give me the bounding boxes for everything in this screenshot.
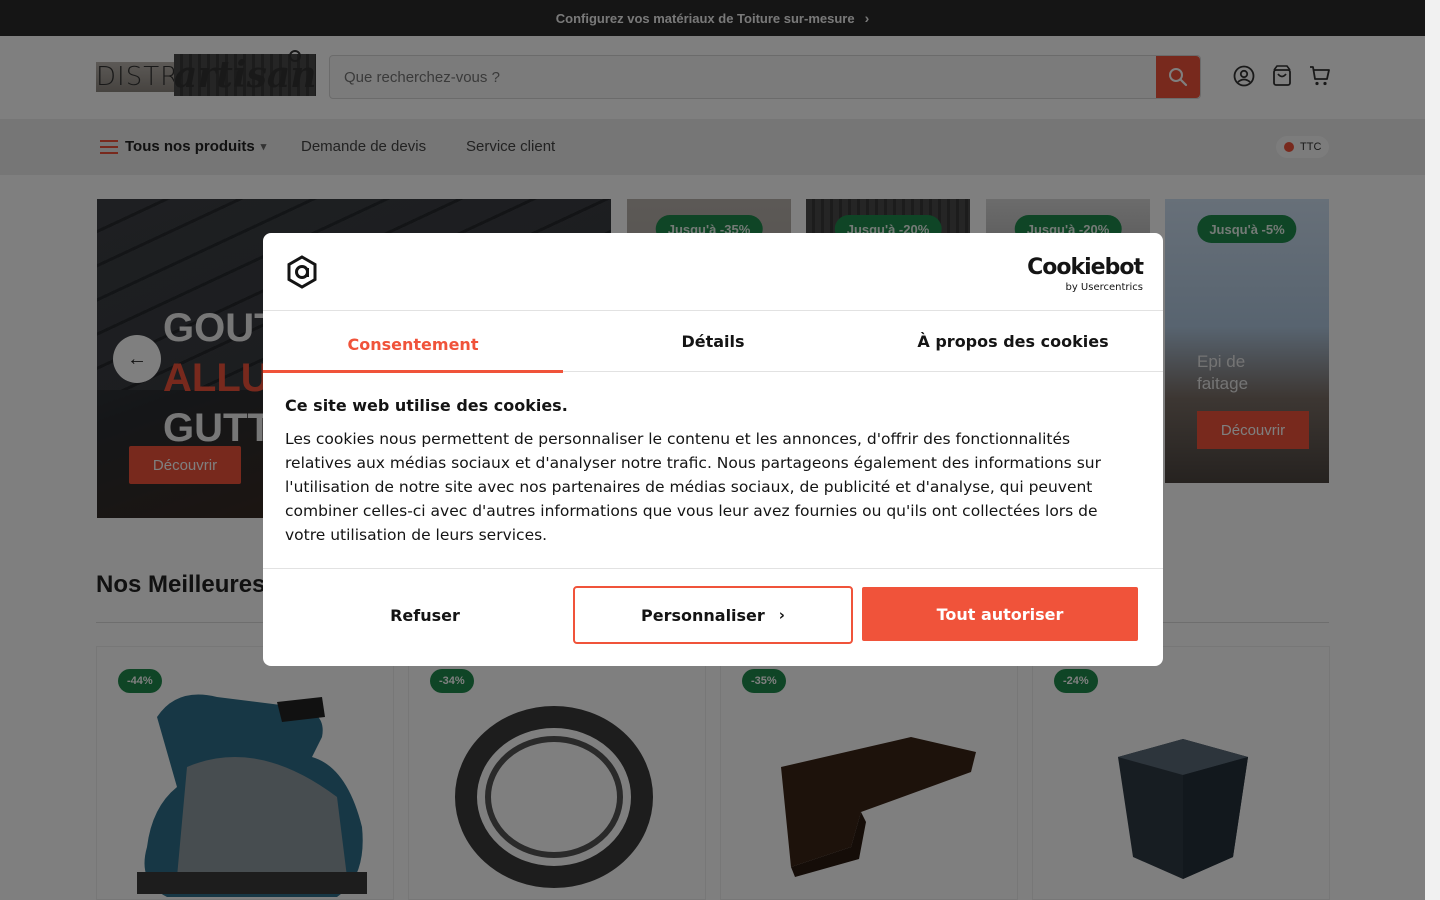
consent-tabs: Consentement Détails À propos des cookie… (263, 311, 1163, 373)
cookie-consent-dialog: Cookiebot by Usercentrics Consentement D… (263, 233, 1163, 666)
site-logo-icon (287, 255, 317, 289)
consent-heading: Ce site web utilise des cookies. (285, 396, 568, 415)
cookiebot-logo[interactable]: Cookiebot by Usercentrics (1027, 255, 1144, 293)
tab-details[interactable]: Détails (563, 311, 863, 372)
dialog-body: Ce site web utilise des cookies. Les coo… (285, 396, 1141, 547)
allow-all-button[interactable]: Tout autoriser (862, 587, 1138, 641)
customize-button-label: Personnaliser (641, 605, 765, 625)
cookiebot-sub-brand: by Usercentrics (1065, 282, 1143, 293)
dialog-footer: Refuser Personnaliser › Tout autoriser (263, 568, 1163, 666)
customize-button[interactable]: Personnaliser › (573, 586, 853, 644)
chevron-right-icon: › (778, 606, 785, 624)
refuse-button[interactable]: Refuser (285, 586, 565, 644)
page-scrollbar[interactable] (1425, 0, 1440, 900)
cookiebot-brand: Cookiebot (1027, 255, 1144, 280)
dialog-header: Cookiebot by Usercentrics (263, 233, 1163, 311)
consent-description: Les cookies nous permettent de personnal… (285, 430, 1101, 544)
tab-about-cookies[interactable]: À propos des cookies (863, 311, 1163, 372)
tab-consent[interactable]: Consentement (263, 311, 563, 373)
